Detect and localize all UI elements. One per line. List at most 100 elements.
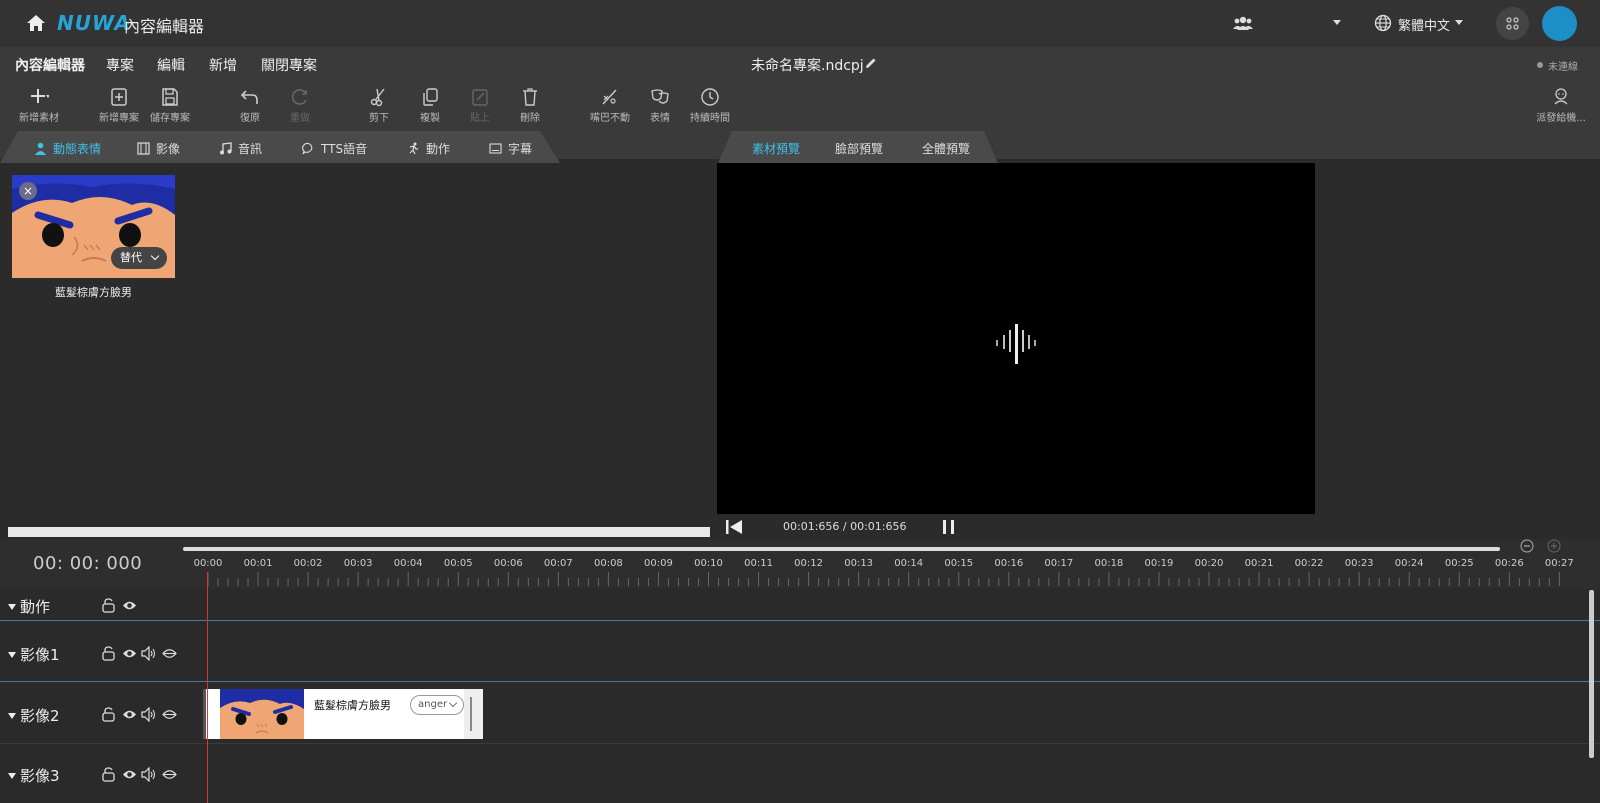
paste-button[interactable]: 貼上: [454, 87, 506, 124]
skip-to-start-icon[interactable]: [725, 519, 743, 535]
unlock-icon[interactable]: [101, 646, 116, 661]
redo-button[interactable]: 重做: [274, 87, 326, 124]
home-icon[interactable]: [26, 13, 46, 33]
menu-project[interactable]: 專案: [106, 55, 134, 75]
connection-status: 未連線: [1548, 62, 1578, 73]
copy-label: 複製: [420, 113, 440, 124]
asset-replace-dropdown[interactable]: 替代: [111, 247, 167, 269]
user-avatar[interactable]: [1542, 6, 1577, 41]
duration-button[interactable]: 持續時間: [684, 87, 736, 124]
track-image-1-name[interactable]: 影像1: [8, 644, 60, 665]
timeline-vertical-scrollbar[interactable]: [1589, 590, 1594, 758]
tab-dynamic-expression[interactable]: 動態表情: [34, 140, 101, 157]
mouth-off-icon: [602, 89, 617, 105]
expression-button[interactable]: 表情: [634, 87, 686, 124]
track-image-3: 影像3: [0, 745, 1600, 803]
asset-name: 藍髮棕膚方臉男: [55, 286, 132, 299]
lips-icon[interactable]: [162, 707, 177, 722]
zoom-out-icon[interactable]: [1520, 539, 1534, 553]
tab-full-preview[interactable]: 全體預覽: [922, 140, 970, 157]
dispatch-button[interactable]: 派發給機...: [1529, 87, 1593, 124]
ruler-minor-ticks: [207, 572, 1560, 586]
track-image-3-name[interactable]: 影像3: [8, 765, 60, 786]
masks-icon: [651, 89, 669, 104]
user-dropdown-caret[interactable]: [1333, 20, 1341, 25]
tab-audio[interactable]: 音訊: [219, 140, 262, 157]
mouth-still-button[interactable]: 嘴巴不動: [584, 87, 636, 124]
tab-motion[interactable]: 動作: [407, 140, 450, 157]
tab-face-preview[interactable]: 臉部預覽: [835, 140, 883, 157]
menu-content-editor[interactable]: 內容編輯器: [15, 55, 85, 75]
speaker-icon[interactable]: [141, 767, 156, 782]
undo-label: 復原: [240, 113, 260, 124]
cut-button[interactable]: 剪下: [353, 87, 405, 124]
globe-icon[interactable]: [1374, 14, 1392, 32]
add-asset-button[interactable]: 新增素材: [13, 87, 65, 124]
clip-name: 藍髮棕膚方臉男: [314, 699, 391, 712]
delete-button[interactable]: 刪除: [504, 87, 556, 124]
track-image-2-name[interactable]: 影像2: [8, 705, 60, 726]
language-selector[interactable]: 繁體中文: [1398, 15, 1450, 34]
unlock-icon[interactable]: [101, 767, 116, 782]
tab-subtitle-label: 字幕: [508, 142, 533, 156]
asset-panel-scrollbar[interactable]: [0, 525, 717, 539]
menu-close-project[interactable]: 關閉專案: [261, 55, 317, 75]
copy-button[interactable]: 複製: [404, 87, 456, 124]
undo-button[interactable]: 復原: [224, 87, 276, 124]
tab-tts-label: TTS語音: [321, 142, 368, 156]
apps-button[interactable]: [1496, 7, 1529, 40]
pause-icon[interactable]: [942, 519, 956, 535]
expression-label: 表情: [650, 113, 670, 124]
track-motion-name[interactable]: 動作: [8, 596, 50, 617]
new-project-button[interactable]: 新增專案: [93, 87, 145, 124]
clip-emotion-dropdown[interactable]: anger: [410, 695, 464, 715]
chat-bubble-icon: [302, 142, 313, 155]
timeline-ruler[interactable]: 00:00 00:01 00:02 00:03 00:04 00:05 00:06 00:07…: [0, 558, 1600, 589]
eye-icon[interactable]: [122, 646, 137, 661]
language-caret-icon[interactable]: [1455, 20, 1463, 25]
save-project-button[interactable]: 儲存專案: [144, 87, 196, 124]
eye-icon[interactable]: [122, 598, 137, 613]
tab-image-label: 影像: [156, 142, 181, 156]
preview-tabs: 素材預覽 臉部預覽 全體預覽: [718, 131, 998, 163]
menu-edit[interactable]: 編輯: [157, 55, 185, 75]
lips-icon[interactable]: [162, 646, 177, 661]
zoom-in-icon[interactable]: [1547, 539, 1561, 553]
eye-icon[interactable]: [122, 767, 137, 782]
save-project-label: 儲存專案: [150, 113, 190, 124]
scrollbar-thumb[interactable]: [8, 527, 710, 537]
remove-asset-icon[interactable]: ×: [19, 182, 37, 200]
new-file-icon: [111, 88, 127, 106]
delete-label: 刪除: [520, 113, 540, 124]
unlock-icon[interactable]: [101, 707, 116, 722]
person-icon: [35, 142, 46, 155]
right-empty-panel: [1315, 163, 1600, 539]
timeline-header: 00: 00: 000 00:00 00:01 00:02 00:03 00:04 00:…: [0, 539, 1600, 589]
lips-icon[interactable]: [162, 767, 177, 782]
timeline-zoom-slider[interactable]: [183, 547, 1500, 551]
asset-replace-label: 替代: [120, 251, 142, 264]
speaker-icon[interactable]: [141, 707, 156, 722]
new-project-label: 新增專案: [99, 113, 139, 124]
chevron-down-icon: [448, 698, 458, 708]
tab-dynamic-expression-label: 動態表情: [53, 142, 102, 156]
plus-icon: [31, 89, 49, 103]
eye-icon[interactable]: [122, 707, 137, 722]
users-icon[interactable]: [1233, 15, 1253, 31]
asset-thumbnail[interactable]: × 替代: [12, 175, 175, 278]
running-icon: [409, 142, 418, 155]
track-motion-label: 動作: [20, 598, 51, 616]
project-name: 未命名專案.ndcpj: [751, 58, 864, 74]
tab-asset-preview[interactable]: 素材預覽: [752, 140, 800, 157]
timeline-clip[interactable]: 藍髮棕膚方臉男 anger: [203, 689, 483, 739]
menu-new[interactable]: 新增: [209, 55, 237, 75]
tab-subtitle[interactable]: 字幕: [489, 140, 532, 157]
speaker-icon[interactable]: [141, 646, 156, 661]
unlock-icon[interactable]: [101, 598, 116, 613]
pencil-icon[interactable]: [865, 57, 877, 69]
playhead[interactable]: [207, 572, 208, 803]
clip-resize-handle[interactable]: [464, 689, 483, 739]
tab-image[interactable]: 影像: [137, 140, 180, 157]
tab-tts[interactable]: TTS語音: [302, 140, 367, 157]
angry-face-image: [220, 689, 304, 739]
